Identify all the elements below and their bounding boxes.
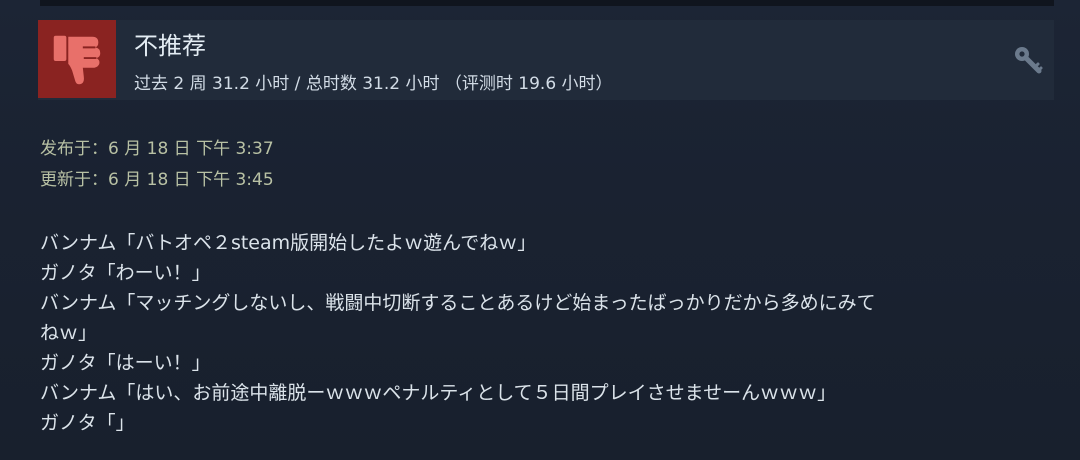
- thumbs-down-icon: [53, 35, 101, 85]
- review-body: バンナム「バトオペ２steam版開始したよｗ遊んでねｗ」 ガノタ「わーい！」 バ…: [40, 228, 1050, 438]
- review-verdict: 不推荐: [134, 32, 206, 60]
- key-icon[interactable]: [1012, 44, 1044, 76]
- review-line: ガノタ「」: [40, 412, 135, 434]
- posted-date: 发布于：6 月 18 日 下午 3:37: [40, 139, 274, 159]
- review-line: ガノタ「わーい！」: [40, 262, 211, 284]
- updated-date: 更新于：6 月 18 日 下午 3:45: [40, 170, 274, 190]
- review-line: バンナム「マッチングしないし、戦闘中切断することあるけど始まったばっかりだから多…: [40, 292, 876, 314]
- review-dates: 发布于：6 月 18 日 下午 3:37 更新于：6 月 18 日 下午 3:4…: [40, 134, 274, 196]
- review-line: バンナム「バトオペ２steam版開始したよｗ遊んでねｗ」: [40, 232, 537, 254]
- review-line: ガノタ「はーい！」: [40, 352, 211, 374]
- verdict-badge: [38, 20, 116, 98]
- review-line: バンナム「はい、お前途中離脱ーｗｗｗペナルティとして５日間プレイさせませーんｗｗ…: [40, 382, 837, 404]
- top-divider: [40, 0, 1054, 6]
- playtime-summary: 过去 2 周 31.2 小时 / 总时数 31.2 小时 （评测时 19.6 小…: [134, 74, 613, 94]
- review-header: 不推荐 过去 2 周 31.2 小时 / 总时数 31.2 小时 （评测时 19…: [38, 20, 1054, 100]
- review-line: ねｗ」: [40, 322, 98, 344]
